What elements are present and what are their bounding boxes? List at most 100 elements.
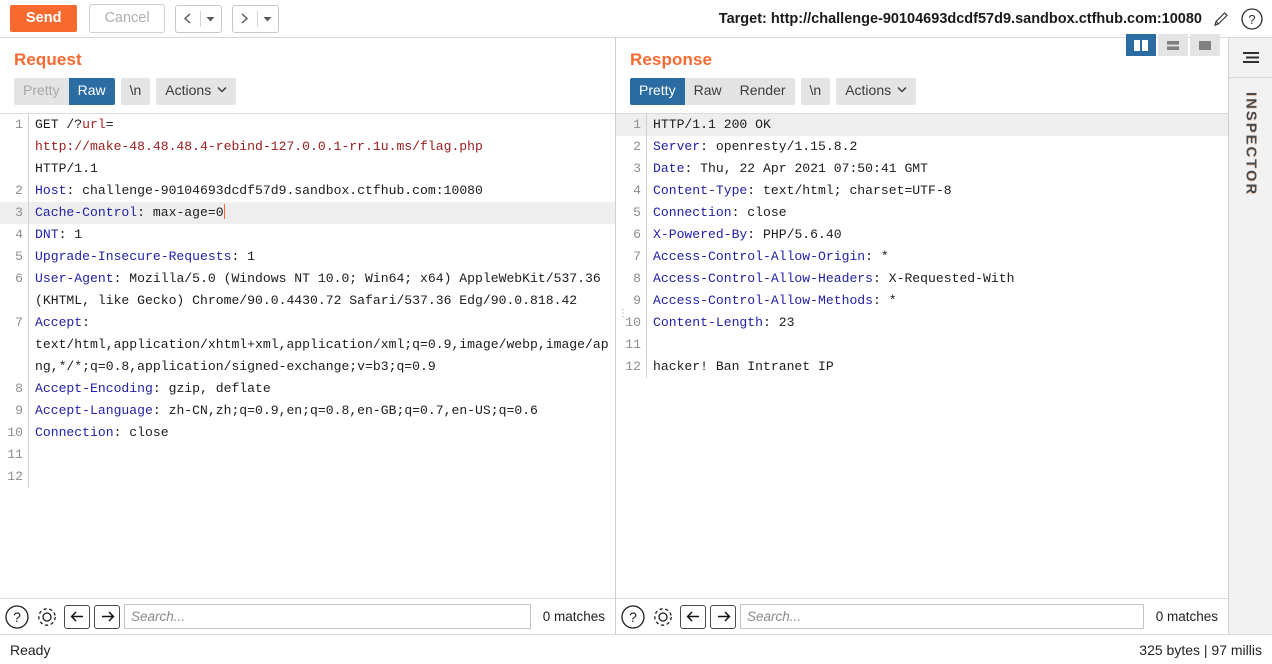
request-editor[interactable]: 1 GET /?url= http://make-48.48.48.4-rebin… [0, 113, 615, 599]
send-button[interactable]: Send [10, 4, 78, 33]
code-line[interactable]: 11 [616, 333, 1228, 356]
code-line[interactable]: 9 Access-Control-Allow-Methods: * [616, 289, 1228, 312]
code-line[interactable]: 2 Host: challenge-90104693dcdf57d9.sandbo… [0, 179, 615, 202]
response-actions-menu[interactable]: Actions [836, 78, 917, 105]
code-text[interactable]: User-Agent: Mozilla/5.0 (Windows NT 10.0… [29, 268, 615, 312]
single-pane-layout-button[interactable] [1190, 34, 1220, 56]
code-text[interactable]: HTTP/1.1 200 OK [647, 114, 1228, 136]
header-name: Access-Control-Allow-Methods [653, 292, 874, 308]
response-newline-toggle[interactable]: \n [800, 78, 831, 105]
chevron-down-icon [897, 85, 907, 96]
target-label: Target: http://challenge-90104693dcdf57d… [718, 10, 1202, 27]
code-line[interactable]: 12 [0, 465, 615, 488]
line-number: 11 [625, 336, 641, 352]
code-line[interactable]: 3 Cache-Control: max-age=0 [0, 201, 615, 224]
line-number: 1 [15, 116, 23, 132]
horizontal-split-layout-button[interactable] [1158, 34, 1188, 56]
header-name: Connection [653, 204, 732, 220]
request-search-next-button[interactable] [94, 604, 120, 629]
body-area: Request Pretty Raw \n Actions 1 GET /?ur… [0, 34, 1272, 634]
code-text[interactable] [29, 466, 615, 488]
code-line[interactable]: 9 Accept-Language: zh-CN,zh;q=0.9,en;q=0.… [0, 399, 615, 422]
code-line[interactable]: 1 GET /?url= http://make-48.48.48.4-rebin… [0, 113, 615, 180]
response-search-input[interactable] [740, 604, 1144, 629]
response-search-prev-button[interactable] [680, 604, 706, 629]
svg-text:?: ? [13, 609, 21, 625]
chevron-down-icon[interactable] [201, 6, 221, 32]
request-newline-toggle[interactable]: \n [120, 78, 151, 105]
code-text[interactable] [29, 444, 615, 466]
code-text[interactable]: Server: openresty/1.15.8.2 [647, 136, 1228, 158]
request-tabs-row: Pretty Raw \n Actions [0, 72, 615, 113]
line-number: 7 [15, 314, 23, 330]
code-line[interactable]: 7 Accept: text/html,application/xhtml+xml… [0, 311, 615, 378]
panel-collapse-icon[interactable] [1228, 38, 1272, 78]
code-text[interactable]: Accept-Language: zh-CN,zh;q=0.9,en;q=0.8… [29, 400, 615, 422]
response-search-gear-icon[interactable] [650, 604, 676, 630]
code-line[interactable]: 5 Connection: close [616, 201, 1228, 224]
request-actions-menu[interactable]: Actions [156, 78, 237, 105]
drag-handle-icon[interactable]: ⋮ [618, 309, 628, 319]
code-text[interactable]: Content-Type: text/html; charset=UTF-8 [647, 180, 1228, 202]
cancel-button[interactable]: Cancel [89, 3, 165, 34]
code-line[interactable]: ⋮ 10 Content-Length: 23 [616, 309, 1228, 334]
inspector-label[interactable]: INSPECTOR [1243, 92, 1259, 196]
code-text[interactable]: Access-Control-Allow-Origin: * [647, 246, 1228, 268]
code-line[interactable]: 4 DNT: 1 [0, 223, 615, 246]
chevron-down-icon[interactable] [258, 6, 278, 32]
help-question-icon[interactable]: ? [1240, 7, 1264, 31]
code-line[interactable]: 4 Content-Type: text/html; charset=UTF-8 [616, 179, 1228, 202]
code-text[interactable]: GET /?url= http://make-48.48.48.4-rebind… [29, 114, 615, 180]
tab-response-render[interactable]: Render [731, 78, 795, 105]
code-line[interactable]: 10 Connection: close [0, 421, 615, 444]
chevron-right-icon[interactable] [233, 6, 257, 32]
go-back-split-button[interactable] [174, 4, 222, 33]
code-text[interactable]: Access-Control-Allow-Headers: X-Requeste… [647, 268, 1228, 290]
response-search-help-icon[interactable]: ? [620, 604, 646, 630]
go-forward-split-button[interactable] [231, 4, 279, 33]
tab-response-raw[interactable]: Raw [685, 78, 731, 105]
code-text[interactable]: hacker! Ban Intranet IP [647, 356, 1228, 378]
code-line[interactable]: 6 User-Agent: Mozilla/5.0 (Windows NT 10.… [0, 267, 615, 312]
code-text[interactable]: Upgrade-Insecure-Requests: 1 [29, 246, 615, 268]
code-line[interactable]: 11 [0, 443, 615, 466]
chevron-left-icon[interactable] [176, 6, 200, 32]
code-line[interactable]: 6 X-Powered-By: PHP/5.6.40 [616, 223, 1228, 246]
response-search-next-button[interactable] [710, 604, 736, 629]
code-text[interactable]: Date: Thu, 22 Apr 2021 07:50:41 GMT [647, 158, 1228, 180]
tab-request-raw[interactable]: Raw [68, 78, 115, 105]
code-line[interactable]: 3 Date: Thu, 22 Apr 2021 07:50:41 GMT [616, 157, 1228, 180]
response-editor[interactable]: 1 HTTP/1.1 200 OK 2 Server: openresty/1.15.… [616, 113, 1228, 599]
tab-request-pretty[interactable]: Pretty [14, 78, 69, 105]
request-search-gear-icon[interactable] [34, 604, 60, 630]
code-text[interactable]: Cache-Control: max-age=0 [29, 202, 615, 224]
code-text[interactable]: Accept-Encoding: gzip, deflate [29, 378, 615, 400]
code-line[interactable]: 2 Server: openresty/1.15.8.2 [616, 135, 1228, 158]
code-text[interactable]: Connection: close [647, 202, 1228, 224]
code-text[interactable]: Host: challenge-90104693dcdf57d9.sandbox… [29, 180, 615, 202]
code-text[interactable]: X-Powered-By: PHP/5.6.40 [647, 224, 1228, 246]
code-segment: : * [865, 248, 889, 264]
header-name: Connection [35, 424, 114, 440]
code-line[interactable]: 5 Upgrade-Insecure-Requests: 1 [0, 245, 615, 268]
code-text[interactable]: Connection: close [29, 422, 615, 444]
request-search-help-icon[interactable]: ? [4, 604, 30, 630]
request-search-input[interactable] [124, 604, 531, 629]
code-text[interactable]: Accept: text/html,application/xhtml+xml,… [29, 312, 615, 378]
vertical-split-layout-button[interactable] [1126, 34, 1156, 56]
code-line[interactable]: 8 Access-Control-Allow-Headers: X-Request… [616, 267, 1228, 290]
code-text[interactable]: Access-Control-Allow-Methods: * [647, 290, 1228, 312]
tab-response-pretty[interactable]: Pretty [630, 78, 685, 105]
response-tabs-row: Pretty Raw Render \n Actions [616, 72, 1228, 113]
code-line[interactable]: 12 hacker! Ban Intranet IP [616, 355, 1228, 378]
code-text[interactable]: DNT: 1 [29, 224, 615, 246]
code-text[interactable]: Content-Length: 23 [647, 312, 1228, 334]
code-line[interactable]: 8 Accept-Encoding: gzip, deflate [0, 377, 615, 400]
code-line[interactable]: 1 HTTP/1.1 200 OK [616, 113, 1228, 136]
request-search-prev-button[interactable] [64, 604, 90, 629]
line-number: 9 [15, 402, 23, 418]
request-search-bar: ? Search... 0 matches [0, 598, 615, 634]
pencil-icon[interactable] [1211, 9, 1231, 29]
code-text[interactable] [647, 334, 1228, 356]
code-line[interactable]: 7 Access-Control-Allow-Origin: * [616, 245, 1228, 268]
